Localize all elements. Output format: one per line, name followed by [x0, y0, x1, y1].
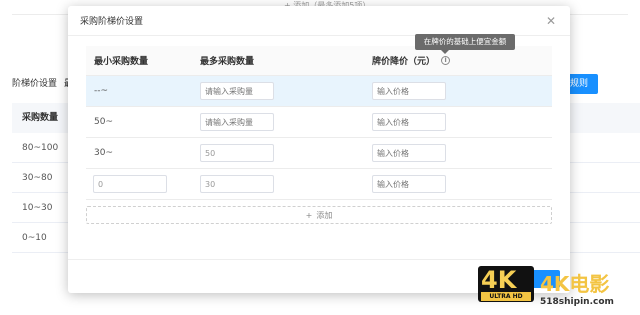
max-qty-input[interactable] — [200, 82, 274, 100]
watermark-badge: 4K ULTRA HD — [478, 266, 534, 302]
min-qty-value: --~ — [94, 86, 109, 96]
add-tier-label: 添加 — [316, 210, 333, 220]
price-input[interactable] — [372, 113, 446, 131]
modal-title: 采购阶梯价设置 — [80, 17, 144, 27]
col-price-drop: 牌价降价（元） i — [368, 54, 552, 67]
watermark-logo: 4K ULTRA HD 4K电影 518shipin.com — [478, 266, 638, 314]
close-icon[interactable]: ✕ — [544, 14, 558, 28]
price-drop-tooltip: 在牌价的基础上便宜金额 — [415, 34, 515, 50]
add-tier-button[interactable]: + 添加 — [86, 206, 552, 224]
max-qty-input[interactable] — [200, 175, 274, 193]
tier-table: 最小采购数量 最多采购数量 牌价降价（元） i --~ 50~ 30~ — [86, 46, 552, 224]
tier-table-header: 最小采购数量 最多采购数量 牌价降价（元） i — [86, 46, 552, 76]
max-qty-input[interactable] — [200, 144, 274, 162]
tier-row: 50~ — [86, 107, 552, 138]
tier-row — [86, 169, 552, 200]
col-min-qty: 最小采购数量 — [94, 57, 149, 67]
col-price-drop-label: 牌价降价（元） — [372, 57, 436, 67]
price-input[interactable] — [372, 144, 446, 162]
tooltip-arrow — [441, 50, 449, 54]
price-input[interactable] — [372, 82, 446, 100]
price-input[interactable] — [372, 175, 446, 193]
watermark-badge-sub: ULTRA HD — [481, 292, 531, 301]
watermark-title: 4K电影 — [540, 272, 610, 296]
tier-row: --~ — [86, 76, 552, 107]
min-qty-input[interactable] — [93, 175, 167, 193]
tier-row: 30~ — [86, 138, 552, 169]
watermark-badge-text: 4K — [481, 266, 517, 294]
info-icon[interactable]: i — [441, 56, 451, 65]
min-qty-value: 50~ — [94, 117, 113, 127]
max-qty-input[interactable] — [200, 113, 274, 131]
col-max-qty: 最多采购数量 — [200, 57, 255, 67]
watermark-url: 518shipin.com — [540, 297, 614, 307]
modal-header: 采购阶梯价设置 ✕ — [68, 6, 570, 36]
min-qty-value: 30~ — [94, 148, 113, 158]
plus-icon: + — [305, 210, 313, 220]
